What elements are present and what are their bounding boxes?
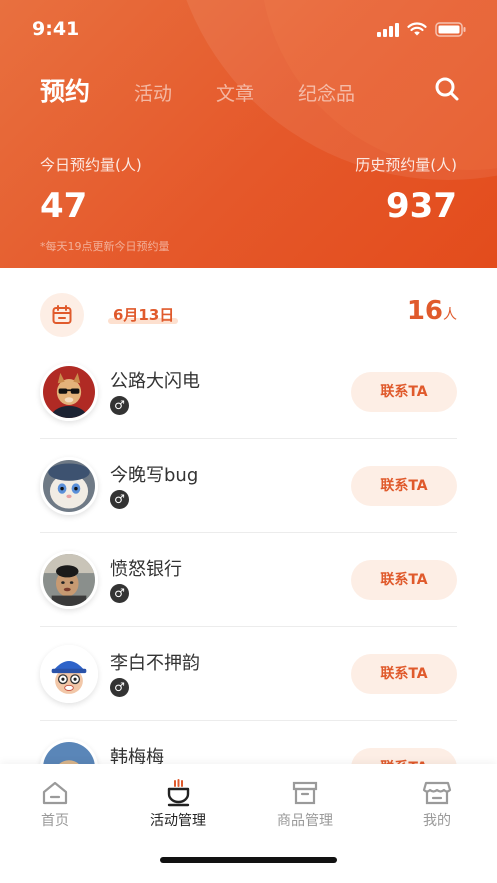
top-nav-tabs: 预约 活动 文章 纪念品 [40,72,399,108]
calendar-icon [52,305,72,324]
store-icon [422,781,452,805]
activity-icon [167,779,190,807]
history-reservation-value: 937 [386,186,457,226]
reservation-count-number: 16 [406,296,443,326]
list-item: 愤怒银行 ♂ 联系TA [40,533,457,627]
avatar[interactable] [40,457,98,515]
user-name: 李白不押韵 [110,653,200,674]
bottom-tab-bar: 首页 活动管理 商品管理 我的 [0,764,497,883]
list-item: 李白不押韵 ♂ 联系TA [40,627,457,721]
home-icon [42,781,68,805]
wifi-icon [407,22,427,36]
avatar-image [43,366,95,418]
status-time: 9:41 [32,18,80,40]
tab-home-label: 首页 [41,813,69,829]
avatar-image [43,648,95,700]
reservation-count-unit: 人 [443,307,457,323]
tab-activity-management[interactable]: 活动管理 [128,778,228,830]
header: 9:41 预约 活动 文章 纪念品 今日预约量(人) 47 历史预约量(人) 9… [0,0,497,268]
today-reservation-label: 今日预约量(人) [40,156,142,174]
status-icons [377,22,467,37]
goods-box-icon [292,781,318,805]
tab-activity-management-label: 活动管理 [150,813,206,829]
avatar[interactable] [40,551,98,609]
contact-button[interactable]: 联系TA [351,466,457,506]
calendar-button[interactable] [40,293,84,337]
tab-mine-label: 我的 [423,813,451,829]
reservation-count: 16人 [407,296,457,326]
history-reservation-label: 历史预约量(人) [355,156,457,174]
contact-button[interactable]: 联系TA [351,560,457,600]
selected-date[interactable]: 6月13日 [113,304,174,325]
list-item: 今晚写bug ♂ 联系TA [40,439,457,533]
list-item: 公路大闪电 ♂ 联系TA [40,345,457,439]
search-icon [435,77,459,101]
male-icon: ♂ [110,584,129,603]
avatar-image [43,554,95,606]
today-reservation-value: 47 [40,186,88,226]
male-icon: ♂ [110,490,129,509]
tab-souvenir[interactable]: 纪念品 [298,79,355,106]
search-button[interactable] [434,76,460,102]
male-icon: ♂ [110,396,129,415]
tab-goods-management-label: 商品管理 [277,813,333,829]
tab-article[interactable]: 文章 [216,79,254,106]
update-note: *每天19点更新今日预约量 [40,240,170,253]
battery-icon [435,22,466,37]
tab-activity[interactable]: 活动 [134,79,172,106]
home-indicator [160,857,337,863]
contact-button[interactable]: 联系TA [351,654,457,694]
user-name: 公路大闪电 [110,371,200,392]
avatar[interactable] [40,645,98,703]
user-name: 愤怒银行 [110,559,182,580]
contact-button[interactable]: 联系TA [351,372,457,412]
tab-reservation[interactable]: 预约 [40,72,90,108]
tab-home[interactable]: 首页 [5,778,105,830]
avatar[interactable] [40,363,98,421]
male-icon: ♂ [110,678,129,697]
avatar-image [43,460,95,512]
status-bar: 9:41 [0,0,497,58]
reservation-list: 公路大闪电 ♂ 联系TA 今晚写bug ♂ 联系TA 愤怒银行 ♂ 联系TA 李… [40,345,457,815]
user-name: 今晚写bug [110,465,199,486]
tab-goods-management[interactable]: 商品管理 [255,778,355,830]
tab-mine[interactable]: 我的 [387,778,487,830]
signal-icon [377,22,399,37]
